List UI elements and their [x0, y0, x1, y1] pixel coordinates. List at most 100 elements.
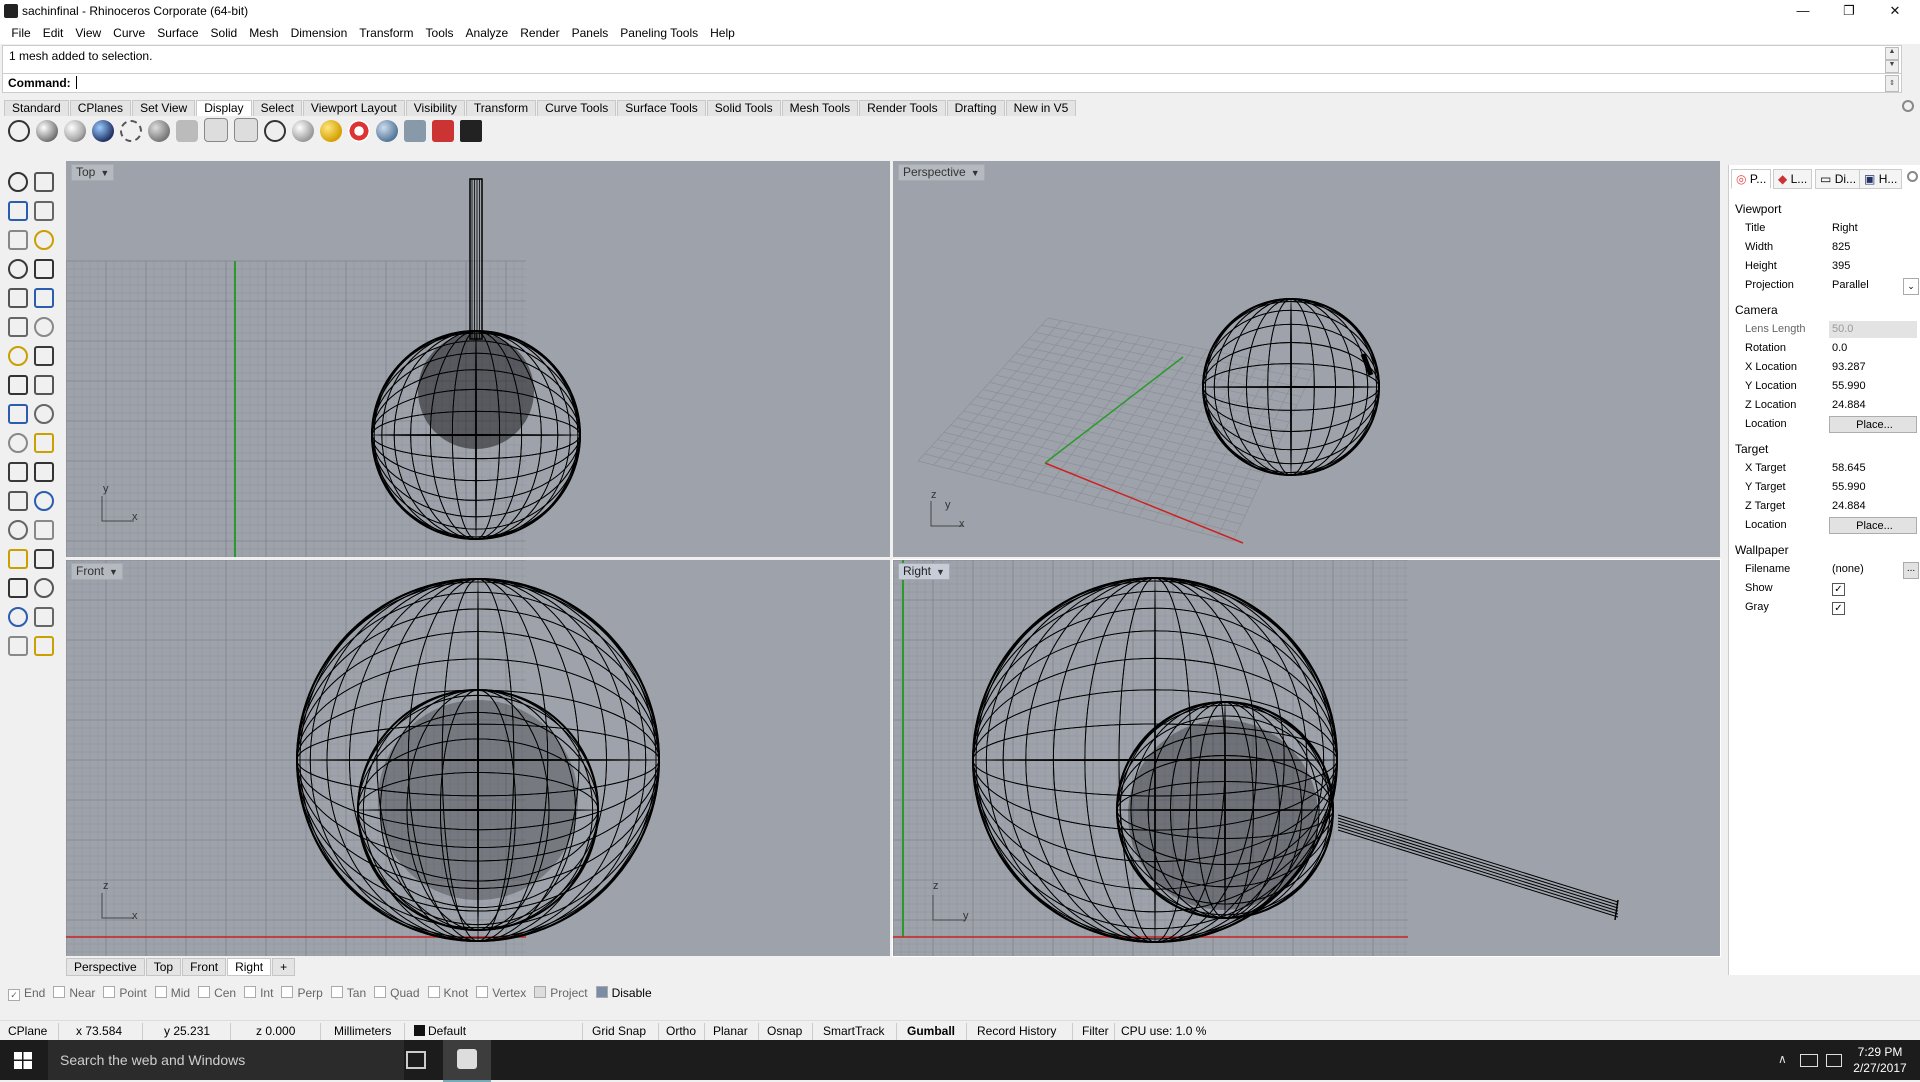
prop-width-value[interactable]: 825 — [1829, 239, 1917, 256]
menu-edit[interactable]: Edit — [37, 22, 70, 44]
tab-mesh-tools[interactable]: Mesh Tools — [781, 100, 859, 116]
menu-panels[interactable]: Panels — [566, 22, 615, 44]
close-button[interactable]: ✕ — [1872, 0, 1918, 22]
show-checkbox[interactable]: ✓ — [1832, 583, 1845, 596]
menu-analyze[interactable]: Analyze — [460, 22, 515, 44]
viewport-front[interactable]: Front ▼ z x — [66, 560, 890, 956]
shade-object-icon[interactable] — [292, 120, 314, 142]
tab-cplanes[interactable]: CPlanes — [69, 100, 132, 116]
osnap-perp[interactable]: Perp — [281, 986, 323, 1000]
toolbox-tool-22-icon[interactable] — [34, 462, 54, 482]
osnap-point[interactable]: Point — [103, 986, 147, 1000]
toolbox-tool-18-icon[interactable] — [34, 404, 54, 424]
toolbox-tool-24-icon[interactable] — [34, 491, 54, 511]
toolbox-tool-34-icon[interactable] — [34, 636, 54, 656]
taskbar-search[interactable]: Search the web and Windows — [48, 1040, 404, 1080]
osnap-int[interactable]: Int — [244, 986, 273, 1000]
prop-x-target-value[interactable]: 58.645 — [1829, 460, 1917, 477]
pen-display-icon[interactable] — [204, 118, 228, 142]
add-viewport-tab-icon[interactable]: + — [272, 958, 296, 976]
status-record-history[interactable]: Record History — [977, 1024, 1056, 1038]
network-icon[interactable] — [1800, 1054, 1818, 1067]
zebra-icon[interactable] — [348, 120, 370, 142]
viewport-right[interactable]: Right ▼ z y — [892, 559, 1721, 957]
viewport-tab-right[interactable]: Right — [227, 958, 272, 976]
ghosted-display-icon[interactable] — [92, 120, 114, 142]
panel-tab-layers[interactable]: ◆ L... — [1773, 169, 1813, 189]
status-ortho[interactable]: Ortho — [666, 1024, 696, 1038]
prop-z-location-value[interactable]: 24.884 — [1829, 397, 1917, 414]
chevron-down-icon[interactable]: ▼ — [971, 166, 980, 181]
tab-render-tools[interactable]: Render Tools — [859, 100, 946, 116]
show-mesh-icon[interactable] — [264, 120, 286, 142]
artistic-display-icon[interactable] — [176, 120, 198, 142]
history-scroll-up-icon[interactable]: ▲ — [1885, 47, 1899, 60]
toolbox-tool-19-icon[interactable] — [8, 433, 28, 453]
shaded-display-icon[interactable] — [36, 120, 58, 142]
osnap-end[interactable]: ✓ End — [8, 986, 45, 1001]
tray-chevron-icon[interactable]: ∧ — [1778, 1052, 1787, 1066]
task-view-icon[interactable] — [406, 1051, 426, 1069]
xray-display-icon[interactable] — [120, 120, 142, 142]
menu-curve[interactable]: Curve — [107, 22, 151, 44]
technical-display-icon[interactable] — [148, 120, 170, 142]
menu-mesh[interactable]: Mesh — [243, 22, 284, 44]
toolbar-settings-gear-icon[interactable] — [1902, 100, 1914, 112]
command-line[interactable]: Command: ⇕ — [2, 73, 1902, 93]
viewport-front-label[interactable]: Front ▼ — [71, 563, 123, 580]
status-grid-snap[interactable]: Grid Snap — [592, 1024, 646, 1038]
toolbox-tool-6-icon[interactable] — [34, 230, 54, 250]
toolbox-tool-1-icon[interactable] — [8, 172, 28, 192]
render-preview-icon[interactable] — [320, 120, 342, 142]
windows-start-icon[interactable] — [14, 1052, 32, 1069]
toolbox-tool-7-icon[interactable] — [8, 259, 28, 279]
prop-y-location-value[interactable]: 55.990 — [1829, 378, 1917, 395]
screen-capture-icon[interactable] — [460, 120, 482, 142]
command-spin-icon[interactable]: ⇕ — [1885, 75, 1899, 92]
status-filter[interactable]: Filter — [1082, 1024, 1109, 1038]
osnap-mid[interactable]: Mid — [154, 986, 190, 1000]
gumball-icon[interactable] — [404, 120, 426, 142]
tab-curve-tools[interactable]: Curve Tools — [537, 100, 617, 116]
viewport-right-label[interactable]: Right ▼ — [898, 563, 950, 580]
tab-select[interactable]: Select — [252, 100, 302, 116]
tab-transform[interactable]: Transform — [465, 100, 537, 116]
prop-y-target-value[interactable]: 55.990 — [1829, 479, 1917, 496]
minimize-button[interactable]: — — [1780, 0, 1826, 22]
menu-paneling-tools[interactable]: Paneling Tools — [614, 22, 704, 44]
tab-viewport-layout[interactable]: Viewport Layout — [302, 100, 405, 116]
maximize-button[interactable]: ❐ — [1826, 0, 1872, 22]
toolbox-tool-29-icon[interactable] — [8, 578, 28, 598]
environment-map-icon[interactable] — [376, 120, 398, 142]
status-gumball[interactable]: Gumball — [907, 1024, 955, 1038]
panel-tab-display[interactable]: ▭ Di... — [1815, 169, 1862, 189]
toolbox-tool-31-icon[interactable] — [8, 607, 28, 627]
menu-surface[interactable]: Surface — [151, 22, 204, 44]
tab-visibility[interactable]: Visibility — [405, 100, 465, 116]
toolbox-tool-21-icon[interactable] — [8, 462, 28, 482]
tab-display[interactable]: Display — [196, 100, 252, 116]
viewport-tab-front[interactable]: Front — [182, 958, 227, 976]
toolbox-tool-32-icon[interactable] — [34, 607, 54, 627]
toolbox-tool-28-icon[interactable] — [34, 549, 54, 569]
viewport-perspective-label[interactable]: Perspective ▼ — [898, 164, 985, 181]
osnap-knot[interactable]: Knot — [427, 986, 468, 1000]
osnap-cen[interactable]: Cen — [198, 986, 236, 1000]
osnap-disable[interactable]: Disable — [595, 986, 652, 1000]
wireframe-display-icon[interactable] — [8, 120, 30, 142]
toolbox-tool-16-icon[interactable] — [34, 375, 54, 395]
chevron-down-icon[interactable]: ▼ — [100, 166, 109, 181]
status-layer[interactable]: Default — [428, 1024, 466, 1038]
prop-rotation-value[interactable]: 0.0 — [1829, 340, 1917, 357]
toolbox-tool-3-icon[interactable] — [8, 201, 28, 221]
viewport-perspective[interactable]: Perspective ▼ z y x — [893, 161, 1720, 557]
toolbox-tool-30-icon[interactable] — [34, 578, 54, 598]
viewport-tab-top[interactable]: Top — [145, 958, 182, 976]
toolbox-tool-17-icon[interactable] — [8, 404, 28, 424]
tab-drafting[interactable]: Drafting — [946, 100, 1005, 116]
toolbox-tool-23-icon[interactable] — [8, 491, 28, 511]
rhino-taskbar-icon[interactable] — [443, 1040, 491, 1082]
panel-tab-help[interactable]: ▣ H... — [1859, 169, 1903, 189]
tab-surface-tools[interactable]: Surface Tools — [617, 100, 706, 116]
osnap-tan[interactable]: Tan — [330, 986, 366, 1000]
